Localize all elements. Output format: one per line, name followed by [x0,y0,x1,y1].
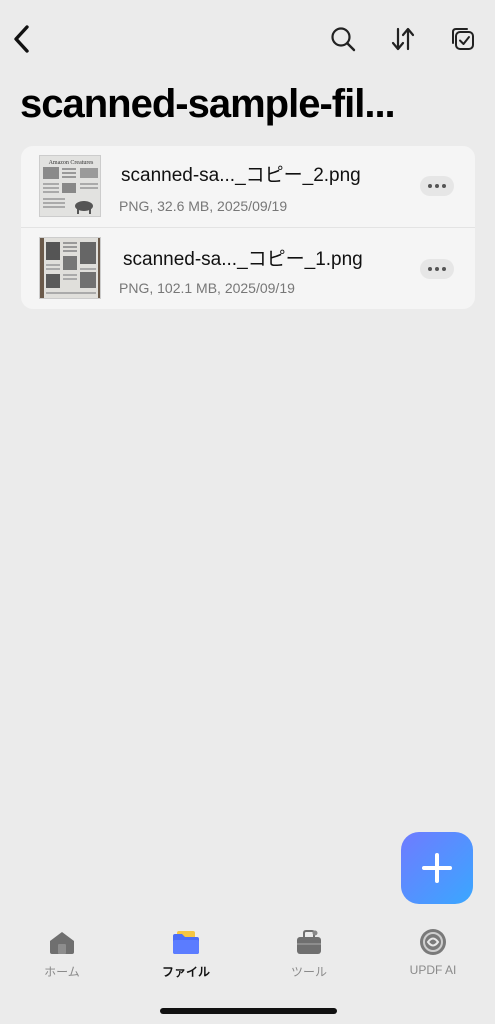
more-horizontal-icon [428,184,432,188]
search-button[interactable] [326,22,360,56]
nav-label: UPDF AI [409,963,457,977]
ai-icon [420,929,446,955]
file-row[interactable]: Amazon Creatures scanned-sa..._コピー_2.png… [21,146,475,227]
home-icon [50,932,74,954]
sort-button[interactable] [386,22,420,56]
toolbox-icon [297,930,321,954]
plus-icon [422,853,452,883]
chevron-left-icon [14,25,29,53]
folder-icon [173,931,199,954]
nav-item-home[interactable]: ホーム [12,925,112,985]
more-horizontal-icon [428,267,432,271]
more-button[interactable] [420,176,454,196]
thumbnail-caption: Amazon Creatures [49,160,94,166]
nav-label: ファイル [161,965,210,979]
nav-item-files[interactable]: ファイル [136,925,236,985]
file-meta: PNG, 32.6 MB, 2025/09/19 [119,198,288,214]
file-list: Amazon Creatures scanned-sa..._コピー_2.png… [21,146,475,309]
bottom-nav: ホーム ファイル ツール UPDF AI [0,925,495,985]
home-indicator [160,1008,337,1014]
nav-item-ai[interactable]: UPDF AI [383,925,483,985]
file-row[interactable]: scanned-sa..._コピー_1.png PNG, 102.1 MB, 2… [21,227,475,308]
nav-label: ホーム [44,965,80,979]
sort-icon [391,27,415,51]
page-title: scanned-sample-fil... [20,82,396,126]
select-check-icon [452,28,474,50]
file-name: scanned-sa..._コピー_1.png [123,249,363,270]
file-meta: PNG, 102.1 MB, 2025/09/19 [119,280,295,296]
file-thumbnail: Amazon Creatures [39,155,101,217]
more-button[interactable] [420,259,454,279]
file-name: scanned-sa..._コピー_2.png [121,165,361,186]
back-button[interactable] [6,22,38,56]
nav-item-tools[interactable]: ツール [259,925,359,985]
search-icon [331,27,356,52]
file-thumbnail [39,237,101,299]
nav-label: ツール [290,965,327,979]
top-bar [0,0,495,80]
add-button[interactable] [401,832,473,904]
select-button[interactable] [446,22,480,56]
